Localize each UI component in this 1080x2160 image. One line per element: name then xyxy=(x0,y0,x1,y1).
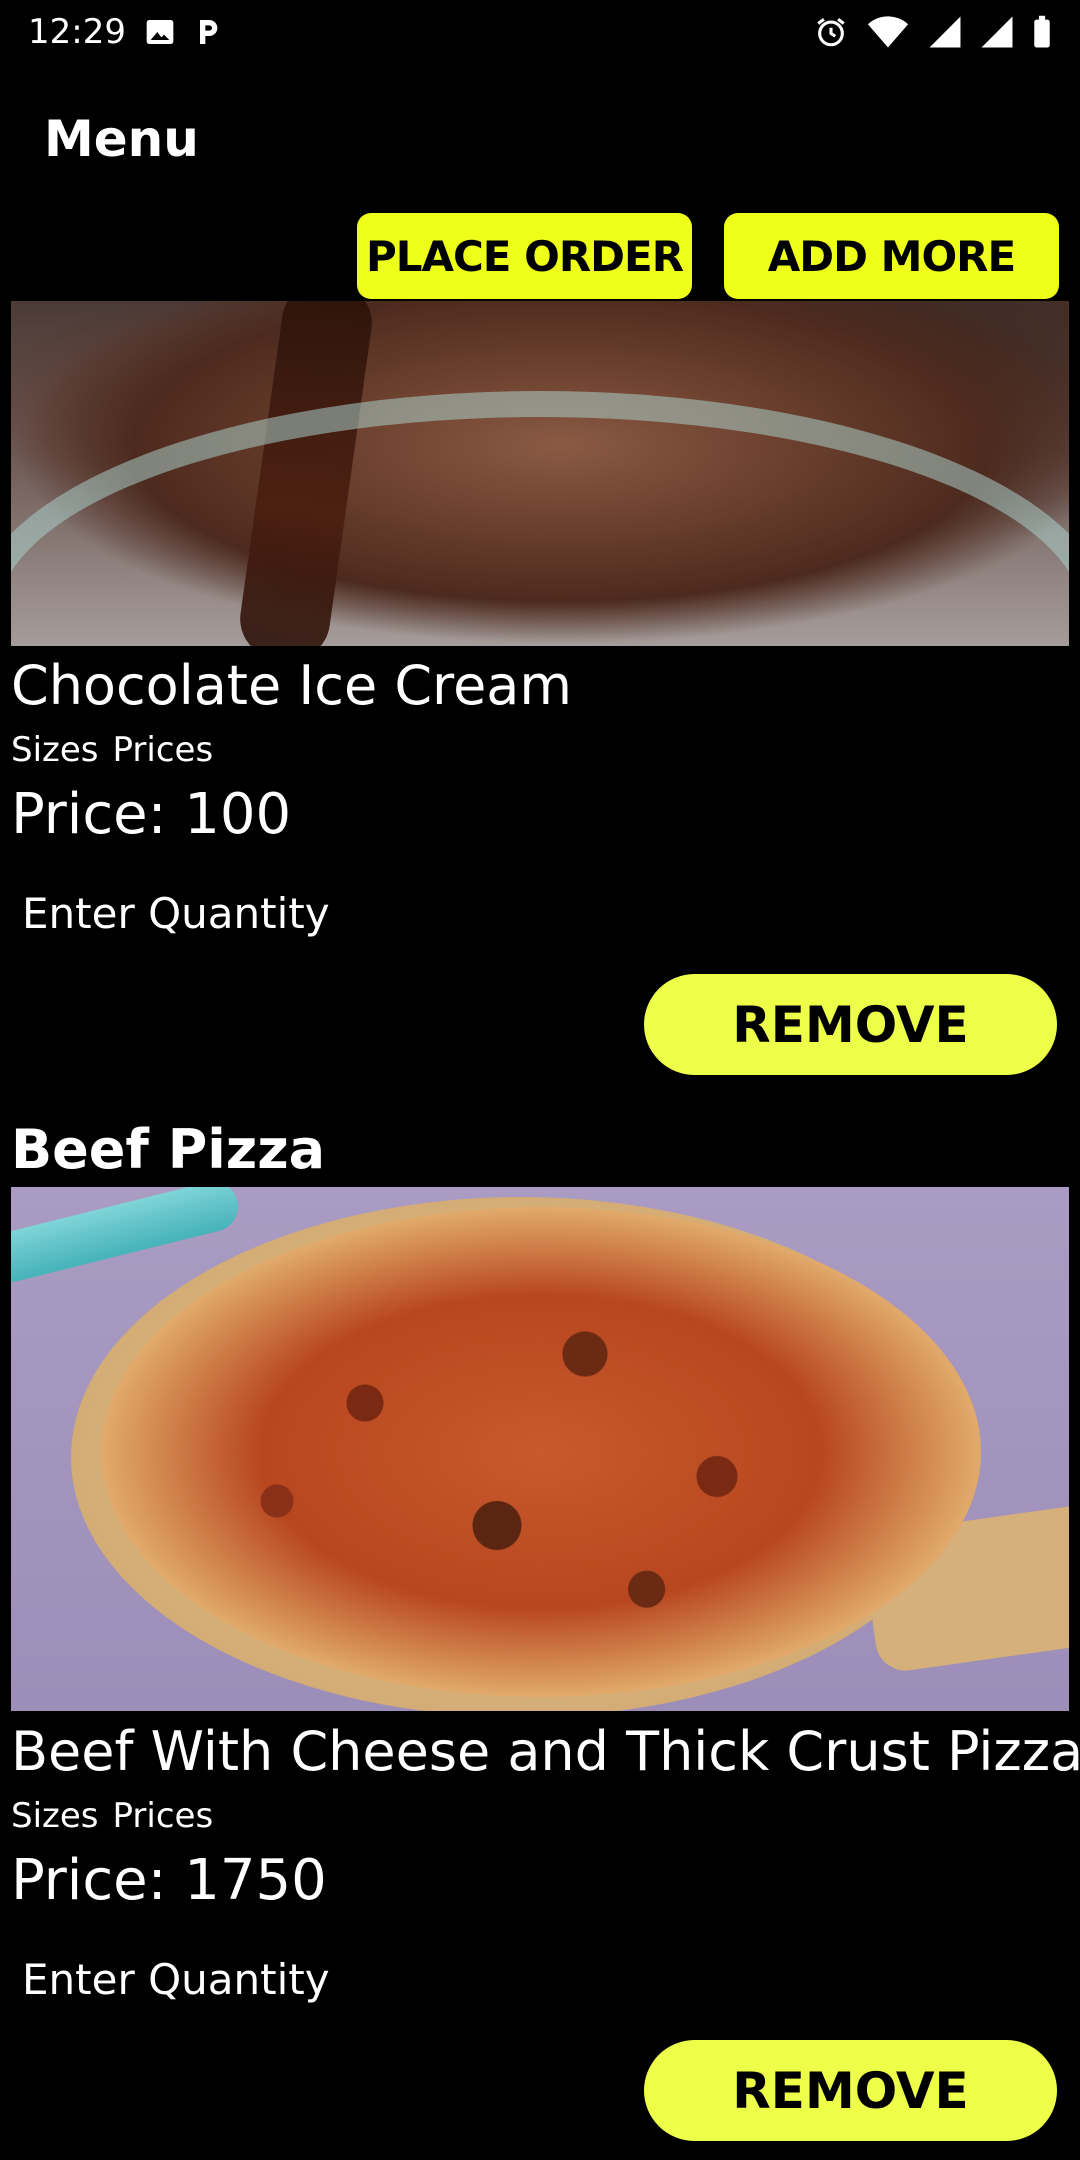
beef-pizza-image xyxy=(11,1187,1069,1711)
parking-icon xyxy=(194,16,222,48)
sizes-label: Sizes xyxy=(11,1796,99,1836)
quantity-input[interactable] xyxy=(11,878,331,948)
item-name: Beef With Cheese and Thick Crust Pizza xyxy=(11,1720,1080,1783)
sizes-label: Sizes xyxy=(11,730,99,770)
chocolate-ice-cream-image xyxy=(11,301,1069,646)
quantity-input[interactable] xyxy=(11,1944,331,2014)
sizes-prices-row: Sizes Prices xyxy=(11,1796,213,1836)
glass-bowl xyxy=(11,391,1069,646)
app-bar: Menu xyxy=(0,64,1080,214)
image-icon xyxy=(144,16,176,48)
status-time: 12:29 xyxy=(28,12,126,52)
status-bar: 12:29 xyxy=(0,0,1080,64)
item-price: Price: 100 xyxy=(11,782,292,847)
signal-icon-2 xyxy=(980,15,1014,49)
item-price: Price: 1750 xyxy=(11,1848,327,1913)
prices-label: Prices xyxy=(112,730,214,770)
add-more-button[interactable]: ADD MORE xyxy=(724,213,1059,299)
place-order-button[interactable]: PLACE ORDER xyxy=(357,213,692,299)
category-title: Beef Pizza xyxy=(11,1118,326,1181)
battery-icon xyxy=(1032,15,1052,49)
remove-button[interactable]: REMOVE xyxy=(644,974,1057,1075)
alarm-icon xyxy=(814,15,848,49)
pizza xyxy=(101,1207,981,1697)
status-left: 12:29 xyxy=(28,12,222,52)
item-name: Chocolate Ice Cream xyxy=(11,654,572,717)
signal-icon xyxy=(928,15,962,49)
page-title: Menu xyxy=(44,110,199,168)
remove-button[interactable]: REMOVE xyxy=(644,2040,1057,2141)
status-right xyxy=(814,15,1052,49)
prices-label: Prices xyxy=(112,1796,214,1836)
sizes-prices-row: Sizes Prices xyxy=(11,730,213,770)
wifi-icon xyxy=(866,15,910,49)
